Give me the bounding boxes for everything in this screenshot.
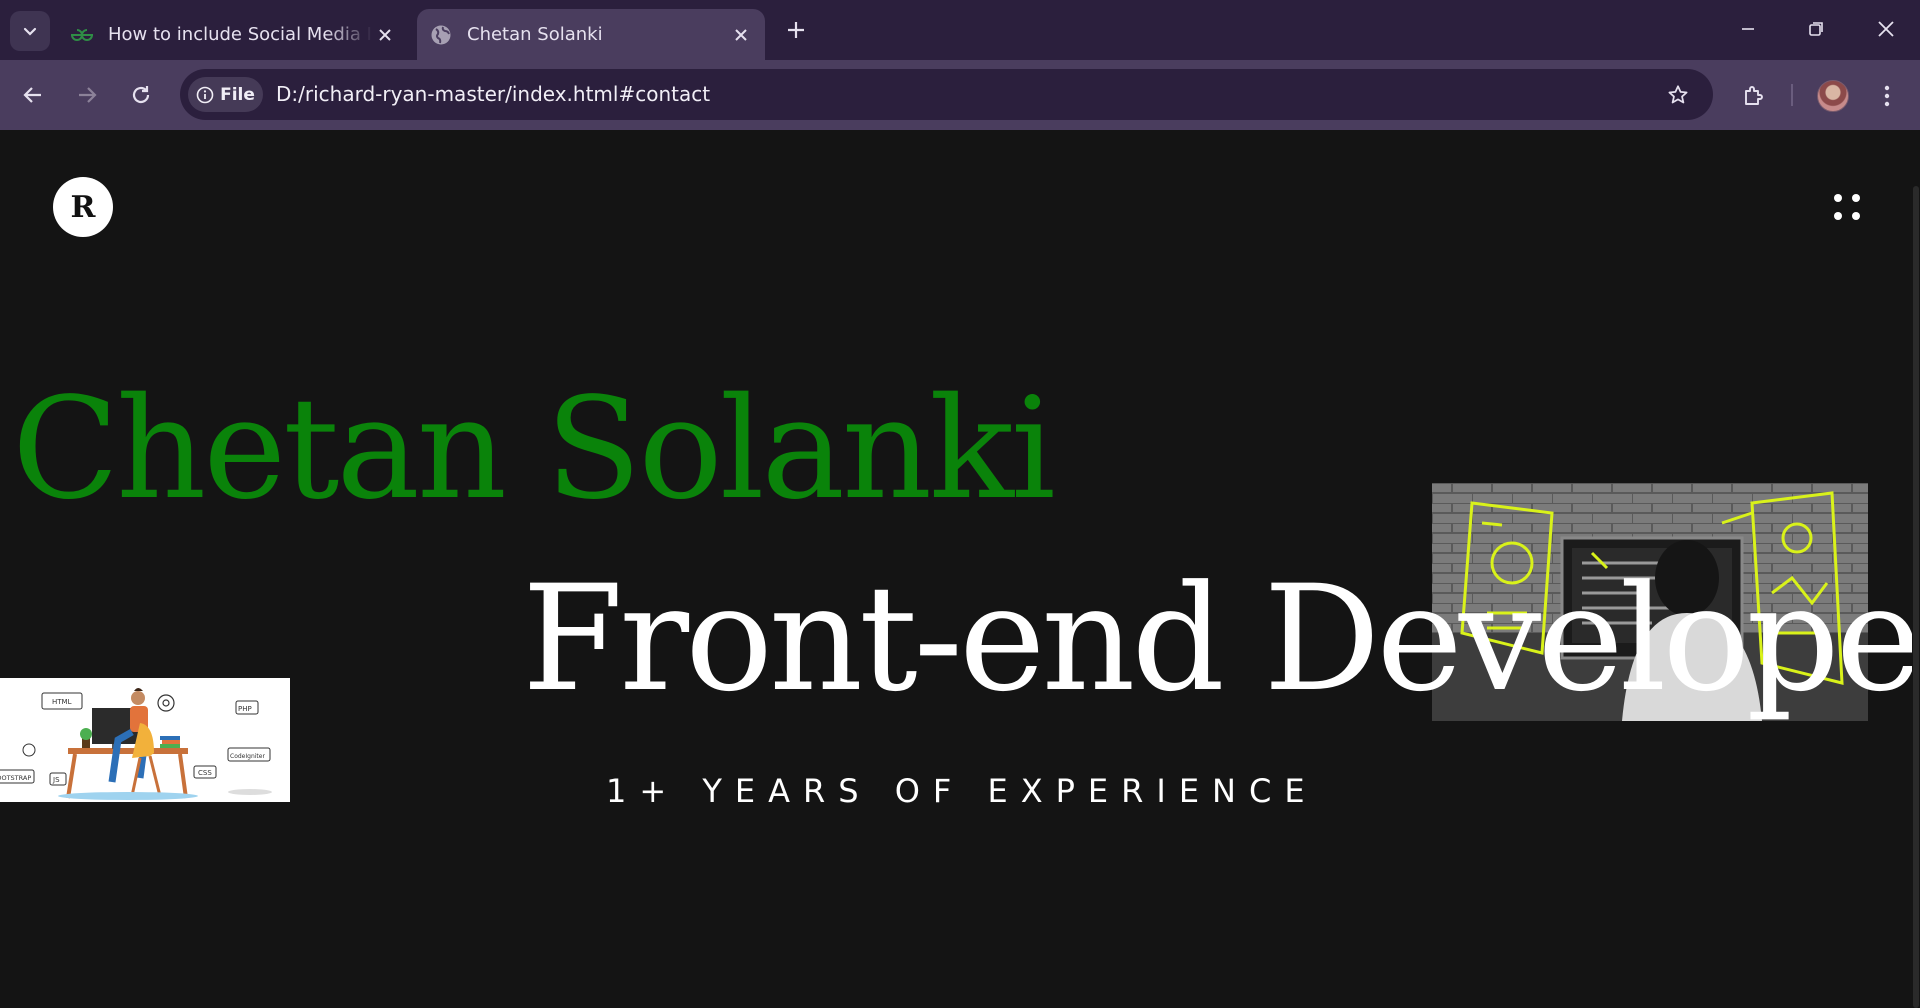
- extensions-button[interactable]: [1737, 80, 1769, 112]
- menu-dot: [1834, 212, 1842, 220]
- url-text[interactable]: D:/richard-ryan-master/index.html#contac…: [276, 69, 710, 120]
- menu-toggle-button[interactable]: [1832, 192, 1862, 222]
- forward-button[interactable]: [72, 80, 102, 110]
- menu-dot: [1834, 194, 1842, 202]
- restore-button[interactable]: [1801, 14, 1831, 44]
- geeksforgeeks-icon: [70, 23, 94, 47]
- reload-button[interactable]: [126, 80, 156, 110]
- bookmark-button[interactable]: [1663, 80, 1693, 110]
- browser-menu-button[interactable]: [1871, 80, 1903, 112]
- experience-tagline: 1+ YEARS OF EXPERIENCE: [606, 772, 1318, 810]
- back-button[interactable]: [18, 80, 48, 110]
- globe-icon: [429, 23, 453, 47]
- close-icon[interactable]: [729, 23, 753, 47]
- arrow-left-icon: [23, 87, 41, 103]
- hero-name: Chetan Solanki: [12, 368, 1056, 531]
- site-logo[interactable]: R: [53, 177, 113, 237]
- js-label: JS: [52, 776, 60, 784]
- restore-icon: [1809, 22, 1823, 36]
- arrow-right-icon: [79, 87, 97, 103]
- minimize-icon: [1742, 28, 1754, 30]
- css-label: CSS: [198, 769, 212, 777]
- scrollbar-thumb[interactable]: [1913, 186, 1919, 1008]
- tab-title: How to include Social Media Icons in HTM…: [108, 24, 373, 45]
- tab-strip: How to include Social Media Icons in HTM…: [0, 0, 1920, 60]
- info-icon: [196, 86, 214, 103]
- star-icon: [1668, 85, 1688, 104]
- minimize-button[interactable]: [1733, 14, 1763, 44]
- address-bar[interactable]: File D:/richard-ryan-master/index.html#c…: [180, 69, 1713, 120]
- logo-letter: R: [70, 189, 96, 225]
- html-label: HTML: [52, 698, 72, 706]
- bootstrap-label: BOOTSTRAP: [0, 774, 31, 782]
- page-viewport: R Chetan Solanki Front-end Developer 1+ …: [0, 130, 1920, 1008]
- site-info-chip[interactable]: File: [188, 77, 263, 112]
- developer-illustration: HTML PHP CodeIgniter CSS JS BOOTSTRAP: [0, 678, 290, 802]
- plus-icon: [788, 22, 804, 38]
- php-label: PHP: [238, 705, 252, 713]
- puzzle-icon: [1745, 86, 1763, 105]
- close-icon: [1878, 21, 1894, 37]
- page-scrollbar[interactable]: [1912, 130, 1920, 1008]
- chevron-down-icon: [23, 27, 37, 36]
- hero-role: Front-end Developer: [522, 554, 1920, 724]
- close-icon[interactable]: [373, 23, 397, 47]
- more-vertical-icon: [1884, 85, 1890, 107]
- reload-icon: [132, 86, 150, 104]
- codeigniter-label: CodeIgniter: [230, 753, 265, 760]
- toolbar-divider: [1791, 84, 1793, 106]
- close-window-button[interactable]: [1871, 14, 1901, 44]
- profile-avatar[interactable]: [1817, 80, 1849, 112]
- menu-dot: [1852, 194, 1860, 202]
- site-info-label: File: [220, 84, 255, 105]
- new-tab-button[interactable]: [783, 17, 809, 43]
- tab-title: Chetan Solanki: [467, 24, 603, 45]
- tab-search-button[interactable]: [10, 11, 50, 51]
- menu-dot: [1852, 212, 1860, 220]
- tab-chetan-solanki[interactable]: Chetan Solanki: [417, 9, 765, 60]
- tab-social-media-icons[interactable]: How to include Social Media Icons in HTM…: [64, 9, 409, 60]
